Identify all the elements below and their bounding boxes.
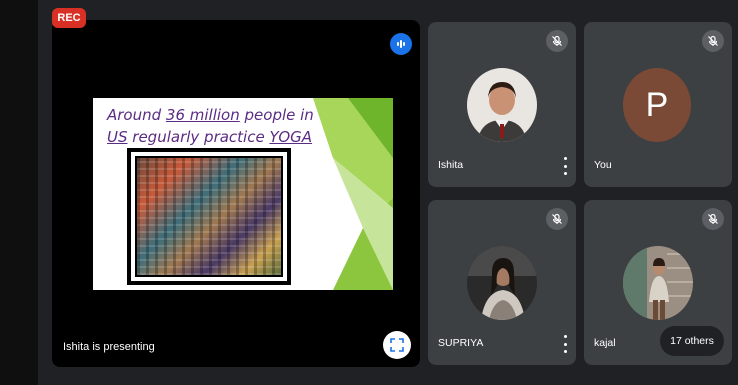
participant-tile-you[interactable]: P You	[584, 22, 732, 187]
presenter-label: Ishita is presenting	[63, 341, 155, 353]
recording-badge: REC	[52, 8, 86, 28]
participant-tile-supriya[interactable]: SUPRIYA	[428, 200, 576, 365]
participant-name: You	[594, 159, 612, 171]
slide-title-part: Around	[107, 106, 166, 124]
participant-name: SUPRIYA	[438, 337, 484, 349]
slide-title-highlight: US	[107, 128, 128, 146]
avatar	[467, 68, 537, 142]
audio-level-icon	[390, 33, 412, 55]
top-bar	[38, 0, 738, 20]
fullscreen-button[interactable]	[383, 331, 411, 359]
slide-title-highlight: 36 million	[165, 106, 240, 124]
avatar: P	[623, 68, 691, 142]
others-count-button[interactable]: 17 others	[660, 326, 724, 356]
avatar	[467, 246, 537, 320]
fullscreen-icon	[390, 338, 404, 352]
participant-tile-kajal[interactable]: kajal 17 others	[584, 200, 732, 365]
mic-off-icon	[546, 30, 568, 52]
presentation-tile[interactable]: Around 36 million people in US regularly…	[52, 20, 420, 367]
mic-off-icon	[702, 208, 724, 230]
shared-slide: Around 36 million people in US regularly…	[93, 98, 393, 290]
slide-title: Around 36 million people in US regularly…	[107, 104, 327, 148]
mic-off-icon	[546, 208, 568, 230]
more-options-icon[interactable]	[560, 157, 570, 175]
slide-title-highlight: YOGA	[269, 128, 313, 146]
slide-yoga-photo	[127, 148, 291, 285]
participant-name: Ishita	[438, 159, 464, 171]
avatar	[623, 246, 693, 320]
participant-name: kajal	[594, 337, 616, 349]
more-options-icon[interactable]	[560, 335, 570, 353]
yoga-crowd-image	[135, 156, 283, 277]
slide-title-part: people in	[239, 106, 314, 124]
participant-tile-ishita[interactable]: Ishita	[428, 22, 576, 187]
mic-off-icon	[702, 30, 724, 52]
left-edge	[0, 0, 38, 385]
slide-title-part: regularly practice	[127, 128, 270, 146]
